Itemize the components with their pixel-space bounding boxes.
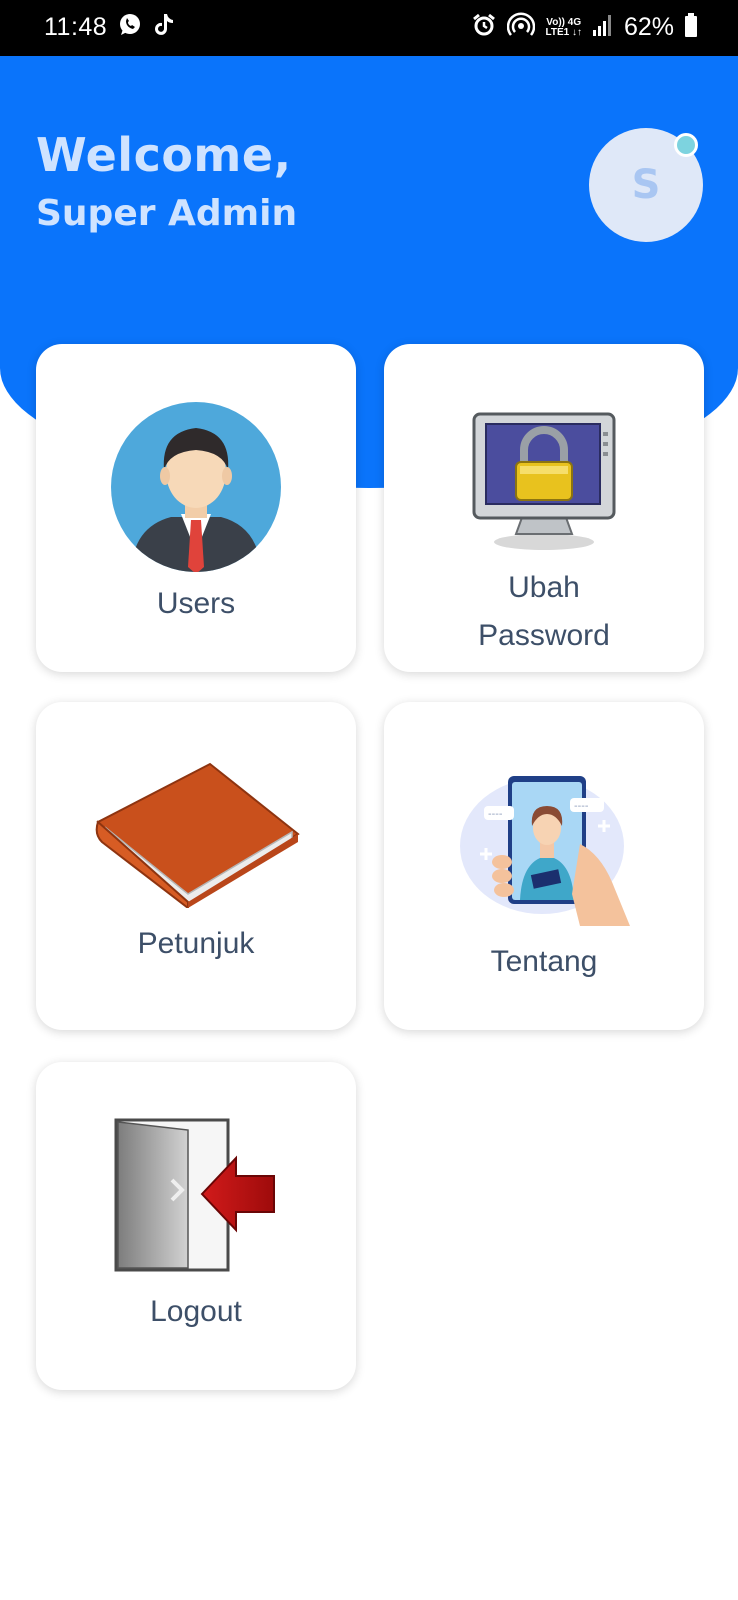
menu-label-tentang: Tentang [490, 945, 598, 978]
menu-card-logout[interactable]: Logout [36, 1062, 356, 1390]
status-time: 11:48 [44, 13, 108, 41]
user-name: Super Admin [36, 193, 298, 234]
menu-card-petunjuk[interactable]: Petunjuk [36, 702, 356, 1030]
book-icon [95, 762, 300, 908]
menu-card-tentang[interactable]: ---- ---- Tentang [384, 702, 704, 1030]
alarm-icon [471, 12, 497, 43]
menu-label-users: Users [156, 587, 236, 620]
password-lock-icon [472, 412, 616, 550]
hotspot-icon [507, 12, 536, 43]
menu-card-users[interactable]: Users [36, 344, 356, 672]
online-status-dot [674, 133, 698, 157]
user-avatar-icon [111, 402, 281, 572]
menu-label-petunjuk: Petunjuk [137, 927, 255, 960]
menu-label-password: Password [478, 619, 610, 652]
avatar-initial: S [631, 162, 661, 208]
status-bar-left: 11:48 [44, 12, 175, 43]
logout-door-icon [114, 1118, 275, 1272]
signal-icon [592, 13, 614, 42]
whatsapp-icon [117, 12, 143, 43]
menu-label-logout: Logout [150, 1295, 242, 1328]
network-line-1: Vo)) 4G [546, 16, 582, 28]
menu-label-ubah: Ubah [508, 571, 580, 604]
tiktok-icon [153, 12, 175, 43]
network-indicator: Vo)) 4G LTE1 ↓↑ [545, 16, 582, 38]
network-line-2: LTE1 ↓↑ [545, 26, 582, 38]
status-bar: 11:48 Vo)) 4G LTE1 ↓↑ 62% [0, 0, 738, 56]
about-icon: ---- ---- [460, 776, 630, 926]
menu-card-ubah-password[interactable]: Ubah Password [384, 344, 704, 672]
svg-text:----: ---- [574, 801, 589, 812]
welcome-title: Welcome, [36, 128, 292, 182]
battery-icon [684, 12, 698, 43]
status-bar-right: Vo)) 4G LTE1 ↓↑ 62% [471, 12, 698, 43]
svg-text:----: ---- [488, 809, 503, 820]
battery-percent: 62% [623, 13, 674, 41]
